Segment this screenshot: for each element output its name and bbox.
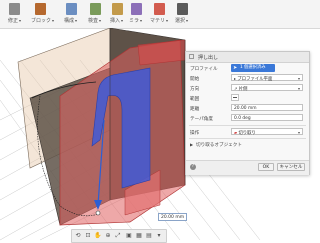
distance-label: 距離 [190, 107, 200, 112]
toolbar: 修正 ブロック 構成 検査 挿入 ミラ マテリ 選択 [0, 0, 320, 29]
pan-icon[interactable]: ✋ [94, 232, 102, 240]
toolbar-construct[interactable]: 構成 [62, 2, 84, 26]
toolbar-inspect-label: 検査 [88, 17, 101, 24]
look-at-icon[interactable]: ⊡ [84, 232, 92, 240]
canvas-distance-input[interactable]: 20.00 mm [158, 213, 187, 221]
start-label: 開始 [190, 77, 200, 82]
material-icon [154, 3, 165, 15]
dialog-titlebar[interactable]: 押し出し [186, 52, 309, 63]
operation-label: 操作 [190, 131, 200, 136]
start-dropdown[interactable]: ▸ プロファイル平面 ▾ [231, 74, 303, 82]
profile-label: プロファイル [190, 67, 218, 72]
inspect-icon [90, 3, 101, 15]
manipulator-handle[interactable] [95, 210, 101, 216]
start-value: プロファイル平面 [237, 77, 273, 82]
toolbar-construct-label: 構成 [64, 17, 77, 24]
direction-dropdown[interactable]: ↗ 片側 ▾ [231, 84, 303, 92]
display-settings-icon[interactable]: ▣ [125, 232, 133, 240]
toolbar-modify-label: 修正 [8, 17, 21, 24]
profile-chip-text: 1 個選択済み [240, 65, 266, 70]
grid-settings-icon[interactable]: ▦ [135, 232, 143, 240]
expand-triangle-icon[interactable]: ▶ [190, 142, 193, 147]
fit-icon[interactable]: ⤢ [114, 232, 122, 240]
mirror-icon [131, 3, 142, 15]
collapse-icon[interactable] [189, 54, 194, 59]
taper-label: テーパ角度 [190, 117, 213, 122]
toolbar-select-label: 選択 [175, 17, 188, 24]
operation-value: 切り取り [238, 131, 256, 136]
direction-value: 片側 [238, 87, 248, 92]
chevron-down-icon: ▾ [297, 76, 300, 81]
toolbar-mirror[interactable]: ミラ [126, 2, 148, 26]
cancel-button[interactable]: キャンセル [277, 163, 305, 171]
extent-distance-icon[interactable] [231, 94, 239, 101]
taper-angle-input[interactable]: 0.0 deg [231, 114, 303, 121]
toolbar-material-label: マテリ [150, 17, 168, 24]
viewports-icon[interactable]: ▤ [145, 232, 153, 240]
dialog-footer: ? OK キャンセル [186, 160, 309, 175]
extent-label: 範囲 [190, 97, 200, 102]
divider [189, 138, 306, 139]
construct-icon [66, 3, 77, 15]
toolbar-block[interactable]: ブロック [28, 2, 56, 26]
toolbar-mirror-label: ミラ [129, 17, 142, 24]
cursor-icon: ➤ [233, 65, 238, 71]
help-icon[interactable]: ? [190, 164, 196, 170]
chevron-down-icon[interactable]: ▾ [155, 232, 163, 240]
toolbar-insert-label: 挿入 [110, 17, 123, 24]
extrude-dialog: 押し出し プロファイル ➤ 1 個選択済み 開始 ▸ プロファイル平面 ▾ 方向… [185, 51, 310, 175]
profile-selection-chip[interactable]: ➤ 1 個選択済み [231, 64, 275, 72]
dialog-title: 押し出し [198, 55, 219, 61]
orbit-icon[interactable]: ⟲ [74, 232, 82, 240]
divider [189, 125, 306, 126]
distance-input[interactable]: 20.00 mm [231, 104, 303, 111]
toolbar-material[interactable]: マテリ [148, 2, 172, 26]
chevron-down-icon: ▾ [297, 86, 300, 91]
chevron-down-icon: ▾ [297, 130, 300, 135]
block-icon [35, 3, 46, 15]
toolbar-insert[interactable]: 挿入 [104, 2, 126, 26]
select-icon [177, 3, 188, 15]
toolbar-select[interactable]: 選択 [172, 2, 194, 26]
insert-icon [112, 3, 123, 15]
objects-to-cut-label[interactable]: 切り取るオブジェクト [196, 142, 242, 148]
toolbar-block-label: ブロック [31, 17, 54, 24]
operation-dropdown[interactable]: ▰ 切り取り ▾ [231, 128, 303, 136]
modify-icon [9, 3, 20, 15]
ok-button[interactable]: OK [258, 163, 274, 171]
zoom-icon[interactable]: ⊕ [104, 232, 112, 240]
navigation-bar: ⟲ ⊡ ✋ ⊕ ⤢ ▣ ▦ ▤ ▾ [71, 229, 167, 243]
toolbar-modify[interactable]: 修正 [4, 2, 26, 26]
direction-label: 方向 [190, 87, 200, 92]
